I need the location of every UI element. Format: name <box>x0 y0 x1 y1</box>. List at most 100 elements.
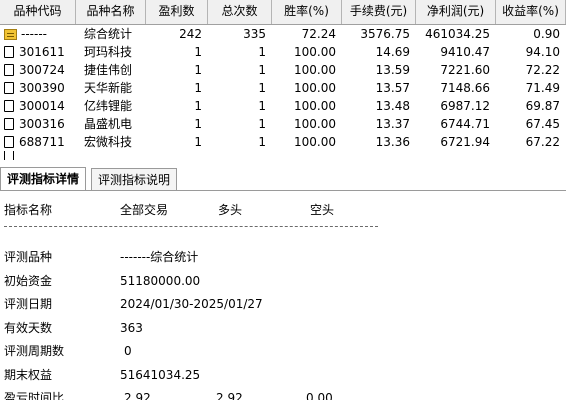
row-code: 300014 <box>19 99 65 113</box>
table-row[interactable]: 300014 亿纬锂能 1 1 100.00 13.48 6987.12 69.87 <box>0 97 566 115</box>
report-header-long: 多头 <box>218 203 243 217</box>
row-return-rate: 0.90 <box>533 27 560 41</box>
row-return-rate: 94.10 <box>525 45 560 59</box>
document-icon <box>4 64 14 76</box>
report-item-label: 评测周期数 <box>4 344 65 358</box>
table-row[interactable]: 301611 珂玛科技 1 1 100.00 14.69 9410.47 94.10 <box>0 43 566 61</box>
row-net-profit: 7221.60 <box>440 63 490 77</box>
row-profit-count: 1 <box>194 117 202 131</box>
row-name: 晶盛机电 <box>84 117 133 131</box>
evaluation-report: 指标名称 全部交易 多头 空头 评测品种 -------综合统计初始资金 51180… <box>0 192 566 400</box>
table-row[interactable]: 300724 捷佳伟创 1 1 100.00 13.59 7221.60 72.22 <box>0 61 566 79</box>
report-item-label: 期末权益 <box>4 367 53 382</box>
column-header-code[interactable]: 品种代码 <box>0 0 76 24</box>
row-profit-count: 1 <box>194 99 202 113</box>
row-net-profit: 6744.71 <box>440 117 490 131</box>
report-item-label: 有效天数 <box>4 320 53 335</box>
report-item-long-value: 2.92 <box>216 391 243 400</box>
row-total: 1 <box>258 81 266 95</box>
document-icon <box>4 136 14 148</box>
row-return-rate: 67.45 <box>525 117 560 131</box>
report-item-all-value: 51180000.00 <box>120 273 201 288</box>
row-total: 1 <box>258 135 266 149</box>
row-fee: 13.48 <box>375 99 410 113</box>
row-win-rate: 100.00 <box>294 45 336 59</box>
document-icon <box>4 118 14 130</box>
column-header-total[interactable]: 总次数 <box>208 0 272 24</box>
report-item-label: 评测日期 <box>4 297 53 311</box>
report-header-name: 指标名称 <box>4 203 53 217</box>
report-item-all-value: -------综合统计 <box>120 250 199 264</box>
report-item-short-value: 0.00 <box>306 391 333 400</box>
report-item-label: 初始资金 <box>4 273 53 288</box>
row-win-rate: 100.00 <box>294 135 336 149</box>
row-win-rate: 100.00 <box>294 117 336 131</box>
row-name: 天华新能 <box>84 81 133 95</box>
row-win-rate: 100.00 <box>294 63 336 77</box>
row-total: 1 <box>258 117 266 131</box>
row-code: 300724 <box>19 63 65 77</box>
column-header-win-rate[interactable]: 胜率(%) <box>272 0 342 24</box>
report-header-all: 全部交易 <box>120 203 169 217</box>
row-fee: 3576.75 <box>360 27 410 41</box>
tab-bar: 评测指标详情 评测指标说明 <box>0 165 566 191</box>
row-fee: 13.57 <box>375 81 410 95</box>
row-profit-count: 1 <box>194 63 202 77</box>
row-profit-count: 1 <box>194 81 202 95</box>
row-net-profit: 6987.12 <box>440 99 490 113</box>
summary-row[interactable]: ------ 综合统计 242 335 72.24 3576.75 461034… <box>0 25 566 43</box>
row-net-profit: 6721.94 <box>440 135 490 149</box>
row-profit-count: 1 <box>194 135 202 149</box>
document-icon <box>4 46 14 58</box>
row-profit-count: 1 <box>194 45 202 59</box>
table-row[interactable]: 688711 宏微科技 1 1 100.00 13.36 6721.94 67.22 <box>0 133 566 151</box>
sum-folder-icon <box>4 28 17 40</box>
row-return-rate: 72.22 <box>525 63 560 77</box>
column-header-profit-count[interactable]: 盈利数 <box>146 0 208 24</box>
row-code: 301611 <box>19 45 65 59</box>
row-code: 300390 <box>19 81 65 95</box>
row-fee: 13.36 <box>375 135 410 149</box>
document-icon <box>4 151 14 160</box>
row-total: 1 <box>258 99 266 113</box>
document-icon <box>4 82 14 94</box>
column-header-name[interactable]: 品种名称 <box>76 0 146 24</box>
row-profit-count: 242 <box>179 27 202 41</box>
report-item-label: 盈亏时间比 <box>4 391 65 400</box>
row-return-rate: 71.49 <box>525 81 560 95</box>
document-icon <box>4 100 14 112</box>
row-return-rate: 69.87 <box>525 99 560 113</box>
row-total: 335 <box>243 27 266 41</box>
row-win-rate: 72.24 <box>301 27 336 41</box>
report-item-all-value: 51641034.25 <box>120 367 201 382</box>
row-win-rate: 100.00 <box>294 99 336 113</box>
row-name: 珂玛科技 <box>84 45 133 59</box>
column-header-net-profit[interactable]: 净利润(元) <box>416 0 496 24</box>
row-name: 综合统计 <box>84 27 133 41</box>
row-fee: 13.59 <box>375 63 410 77</box>
table-row[interactable]: 300390 天华新能 1 1 100.00 13.57 7148.66 71.49 <box>0 79 566 97</box>
row-name: 宏微科技 <box>84 135 133 149</box>
report-header-short: 空头 <box>310 203 335 217</box>
report-item-all-value: 2.92 <box>124 391 151 400</box>
report-divider <box>4 226 378 227</box>
partially-hidden-row[interactable] <box>0 151 566 160</box>
row-fee: 14.69 <box>375 45 410 59</box>
report-item-all-value: 0 <box>124 344 132 358</box>
row-total: 1 <box>258 45 266 59</box>
tab-evaluation-details[interactable]: 评测指标详情 <box>0 167 87 190</box>
row-win-rate: 100.00 <box>294 81 336 95</box>
row-total: 1 <box>258 63 266 77</box>
row-name: 亿纬锂能 <box>84 99 133 113</box>
report-item-label: 评测品种 <box>4 250 53 264</box>
report-item-all-value: 363 <box>120 320 143 335</box>
row-name: 捷佳伟创 <box>84 63 133 77</box>
column-header-fee[interactable]: 手续费(元) <box>342 0 416 24</box>
table-row[interactable]: 300316 晶盛机电 1 1 100.00 13.37 6744.71 67.45 <box>0 115 566 133</box>
column-header-return-rate[interactable]: 收益率(%) <box>496 0 566 24</box>
row-net-profit: 7148.66 <box>440 81 490 95</box>
row-net-profit: 9410.47 <box>440 45 490 59</box>
table-header: 品种代码 品种名称 盈利数 总次数 胜率(%) 手续费(元) 净利润(元) 收益… <box>0 0 566 25</box>
tab-evaluation-explanation[interactable]: 评测指标说明 <box>91 168 178 190</box>
row-net-profit: 461034.25 <box>425 27 490 41</box>
